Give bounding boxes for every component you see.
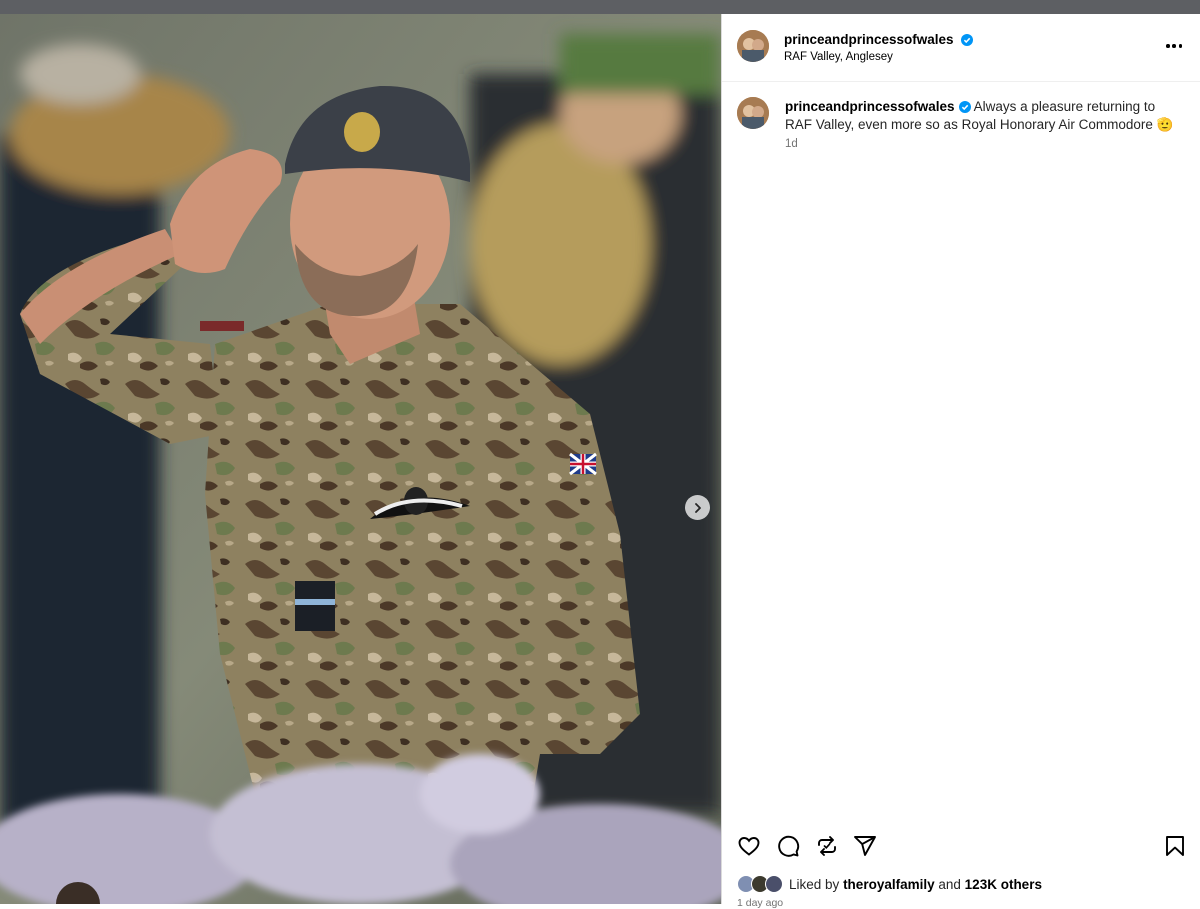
share-icon[interactable] (853, 834, 877, 858)
location-link[interactable]: RAF Valley, Anglesey (784, 51, 893, 63)
verified-badge-icon (961, 34, 974, 46)
more-options-icon[interactable] (1166, 38, 1182, 54)
bookmark-icon[interactable] (1163, 834, 1187, 858)
profile-avatar[interactable] (737, 30, 769, 62)
browser-top-bar (0, 0, 1200, 14)
post-photo[interactable] (0, 14, 721, 904)
repost-icon[interactable] (815, 834, 839, 858)
caption-avatar[interactable] (737, 97, 769, 129)
caption-timestamp[interactable]: 1d (785, 138, 798, 150)
verified-badge-icon (958, 101, 971, 113)
chevron-right-icon (694, 502, 701, 513)
heart-icon[interactable] (737, 834, 761, 858)
caption-username[interactable]: princeandprincessofwales (785, 99, 955, 114)
post-header: princeandprincessofwales RAF Valley, Ang… (722, 14, 1200, 82)
post-timestamp[interactable]: 1 day ago (737, 897, 783, 909)
liked-by-user[interactable]: theroyalfamily (843, 877, 935, 892)
avatar-image (737, 97, 769, 129)
post-caption: princeandprincessofwales Always a pleasu… (785, 98, 1185, 134)
liked-by-prefix: Liked by (789, 876, 840, 892)
post-actions (722, 834, 1200, 862)
avatar-image (737, 30, 769, 62)
comment-icon[interactable] (776, 834, 800, 858)
liker-avatars (737, 874, 787, 894)
next-photo-button[interactable] (685, 495, 710, 520)
header-username-link[interactable]: princeandprincessofwales (784, 32, 974, 47)
liker-avatar (765, 875, 783, 893)
likes-summary[interactable]: Liked by theroyalfamily and 123K others (737, 874, 1042, 894)
liked-and: and (938, 876, 961, 892)
post-details-panel: princeandprincessofwales RAF Valley, Ang… (721, 14, 1200, 909)
photo-illustration (0, 14, 721, 904)
likes-count[interactable]: 123K others (965, 877, 1042, 892)
header-username[interactable]: princeandprincessofwales (784, 32, 954, 47)
